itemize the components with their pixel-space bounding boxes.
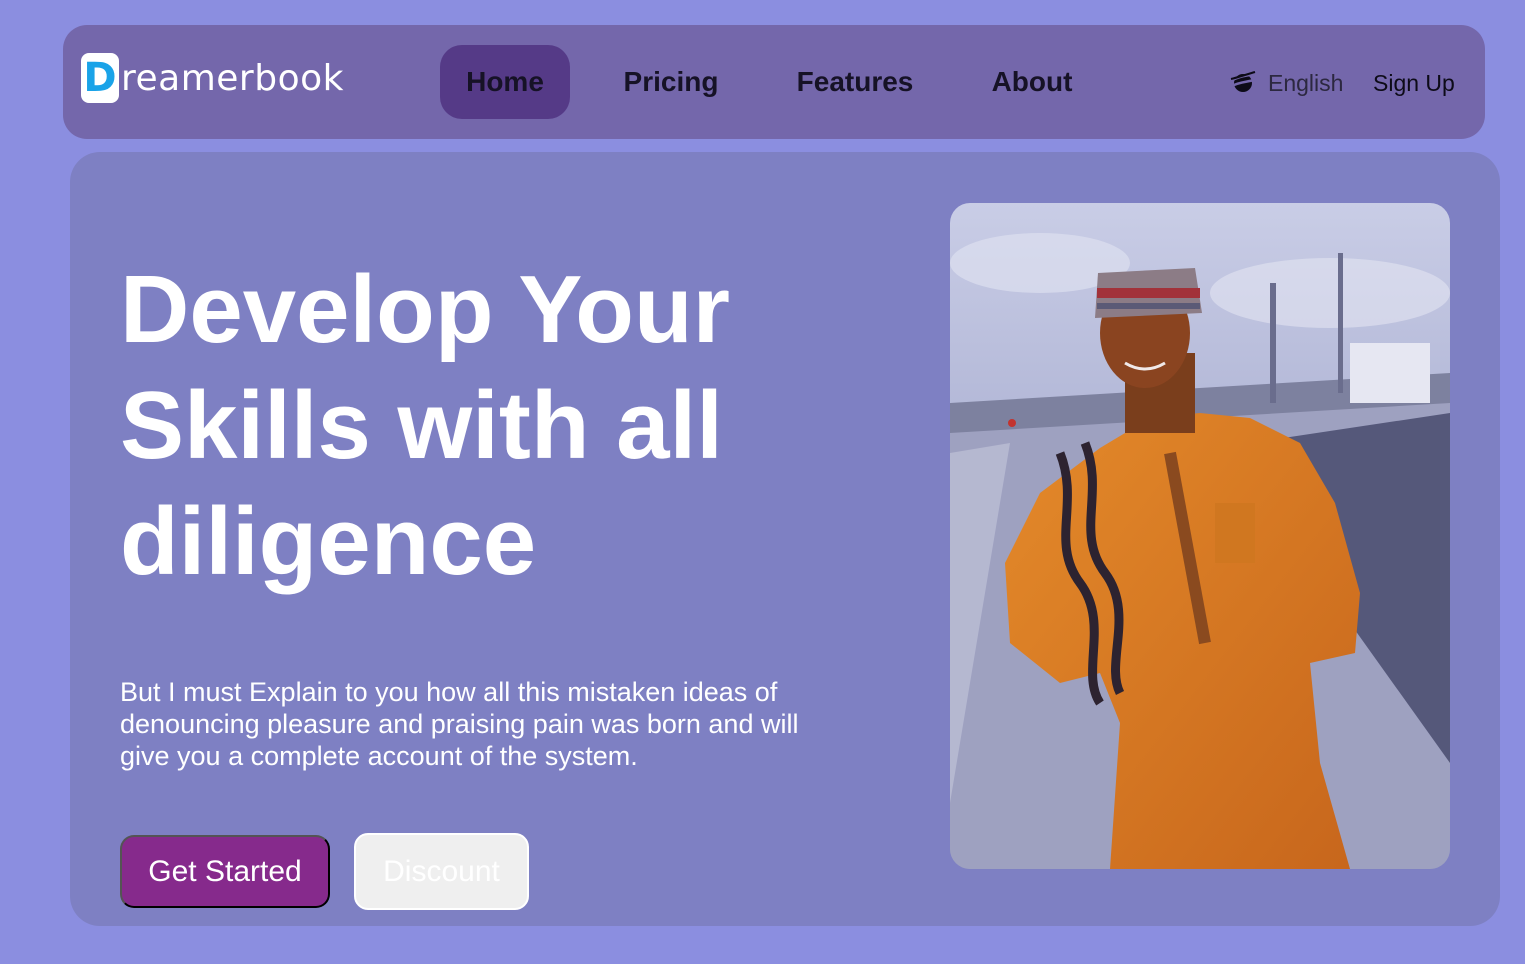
discount-button[interactable]: Discount (354, 833, 529, 910)
nav-item-about[interactable]: About (981, 45, 1083, 119)
headline-line: diligence (120, 488, 537, 595)
headline-line: Skills with all (120, 372, 723, 479)
globe-icon (1229, 69, 1257, 97)
logo-text: reamerbook (121, 57, 344, 99)
nav-item-home[interactable]: Home (440, 45, 570, 119)
language-selector[interactable]: English (1229, 65, 1343, 101)
logo-badge: D (81, 53, 119, 103)
logo-letter: D (83, 55, 117, 101)
language-label: English (1268, 69, 1344, 96)
signup-link[interactable]: Sign Up (1373, 65, 1455, 101)
nav-item-pricing[interactable]: Pricing (608, 45, 734, 119)
hero-section: Develop Your Skills with all diligence B… (70, 152, 1500, 926)
brand-logo[interactable]: D reamerbook (81, 52, 344, 104)
nav-item-features[interactable]: Features (783, 45, 927, 119)
navbar: D reamerbook Home Pricing Features About… (63, 25, 1485, 139)
hero-headline: Develop Your Skills with all diligence (120, 252, 820, 600)
hero-photo (950, 203, 1450, 869)
hero-description: But I must Explain to you how all this m… (120, 677, 799, 771)
get-started-button[interactable]: Get Started (120, 835, 330, 908)
headline-line: Develop Your (120, 256, 730, 363)
